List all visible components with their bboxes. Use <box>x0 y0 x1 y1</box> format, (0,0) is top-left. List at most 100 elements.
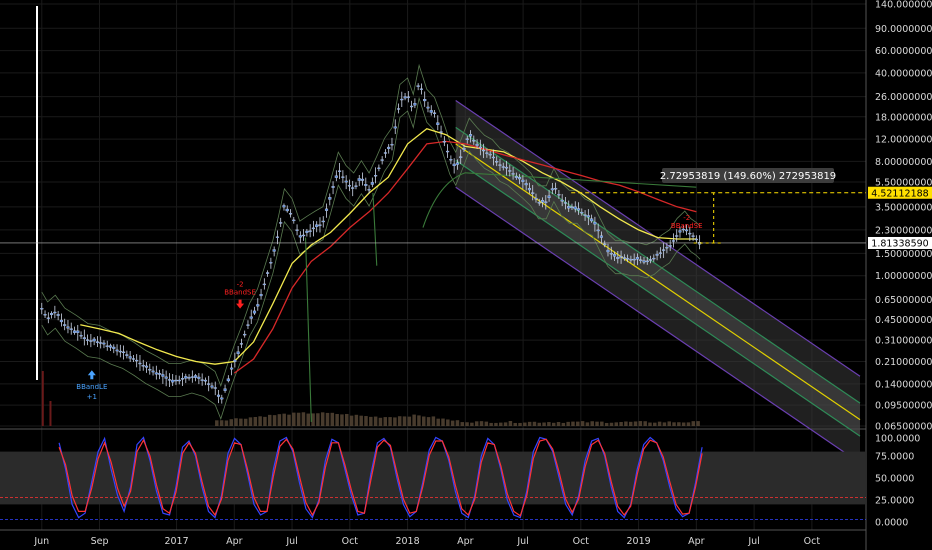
price-tick-label: 140.00000000 <box>875 0 932 11</box>
candle-body <box>393 126 397 129</box>
volume-bar <box>465 422 469 426</box>
volume-bar <box>431 416 436 426</box>
volume-bar <box>243 418 248 426</box>
time-tick-label: Oct <box>342 536 359 547</box>
candle-body <box>63 324 67 326</box>
candle-body <box>364 184 368 186</box>
volume-bar <box>595 421 599 426</box>
candle-body <box>606 249 610 253</box>
candle-body <box>167 379 171 381</box>
time-tick-label: Apr <box>457 536 474 547</box>
price-tick-label: 0.45000000 <box>875 315 932 326</box>
candle-body <box>357 178 361 181</box>
measure-tool[interactable]: 2.72953819 (149.60%) 272953819 <box>660 168 836 183</box>
volume-bar <box>229 419 233 426</box>
candle-body <box>197 376 201 379</box>
volume-bar <box>648 422 652 426</box>
candle-body <box>688 232 692 235</box>
candle-body <box>501 166 505 168</box>
price-tick-label: 26.00000000 <box>875 92 932 103</box>
candle-body <box>295 229 299 231</box>
candle-body <box>122 351 126 354</box>
candle-body <box>419 88 423 90</box>
candle-body <box>50 313 54 316</box>
volume-bar <box>340 414 344 426</box>
candle-body <box>161 374 165 377</box>
oscillator-tick-label: 0.0000 <box>875 518 908 529</box>
candle-body <box>511 173 515 175</box>
volume-bar <box>282 413 286 426</box>
candle-body <box>171 379 175 383</box>
volume-bar <box>686 422 691 426</box>
volume-bar <box>566 421 570 426</box>
candle-body <box>436 122 440 125</box>
sell-signal-label: BBandSE <box>224 289 256 297</box>
candle-body <box>243 333 247 336</box>
candle-body <box>354 185 358 187</box>
candle-body <box>632 258 636 261</box>
volume-bar <box>542 422 546 426</box>
candle-body <box>298 235 302 238</box>
candle-body <box>158 373 162 375</box>
candle-body <box>560 199 564 202</box>
candle-body <box>331 186 335 188</box>
candle-body <box>642 260 646 263</box>
chart-root: 2.72953819 (149.60%) 272953819 BBandLE +… <box>0 0 932 550</box>
candle-body <box>432 112 437 114</box>
volume-bar <box>296 412 301 426</box>
chart-canvas[interactable]: 2.72953819 (149.60%) 272953819 BBandLE +… <box>0 0 932 550</box>
volume-bar <box>470 422 474 426</box>
volume-bar <box>532 421 537 426</box>
candle-body <box>180 378 185 380</box>
volume-bar <box>619 421 623 426</box>
candle-body <box>380 159 384 161</box>
candle-body <box>207 383 211 385</box>
sell-signal-label: BBandSE <box>671 222 703 230</box>
candle-body <box>648 259 653 261</box>
candle-body <box>72 330 77 333</box>
volume-bar <box>628 421 633 426</box>
volume-bar <box>571 421 575 426</box>
volume-bar <box>263 416 267 426</box>
candle-body <box>485 152 489 154</box>
price-tick-label: 2.30000000 <box>875 225 932 236</box>
candle-body <box>184 376 188 379</box>
price-tick-label: 1.50000000 <box>875 249 932 260</box>
buy-signal-value: +1 <box>87 393 97 401</box>
time-tick-label: Jul <box>747 536 759 547</box>
volume-bar <box>311 413 315 426</box>
candle-body <box>272 249 276 252</box>
candle-body <box>285 208 289 212</box>
volume-bar <box>508 420 513 426</box>
candle-body <box>570 206 574 208</box>
volume-bar <box>590 421 594 426</box>
candle-body <box>89 340 93 342</box>
volume-bar <box>537 422 542 426</box>
candle-body <box>652 257 656 260</box>
volume-bar <box>407 416 412 426</box>
price-axis[interactable]: 140.00000000 90.00000000 60.00000000 40.000… <box>867 0 932 550</box>
candle-body <box>216 394 221 397</box>
volume-bar <box>494 422 498 426</box>
volume-bar <box>503 422 508 426</box>
candle-body <box>230 367 234 370</box>
volume-bar <box>633 421 638 426</box>
candle-body <box>383 152 387 154</box>
candle-body <box>105 345 109 347</box>
price-tick-label: 0.06500000 <box>875 422 932 433</box>
candle-body <box>56 314 60 316</box>
candle-body <box>576 208 581 211</box>
volume-bar <box>556 422 561 426</box>
price-tick-label: 8.00000000 <box>875 157 932 168</box>
candle-body <box>99 342 103 344</box>
volume-bar <box>513 422 517 426</box>
price-tick-label: 0.31000000 <box>875 336 932 347</box>
volume-bar <box>412 414 416 426</box>
candle-body <box>622 257 626 259</box>
volume-bar <box>600 421 604 426</box>
candle-body <box>491 156 495 159</box>
candle-body <box>662 249 666 251</box>
candle-body <box>521 179 525 182</box>
volume-bar <box>320 412 325 426</box>
candle-body <box>213 387 217 389</box>
